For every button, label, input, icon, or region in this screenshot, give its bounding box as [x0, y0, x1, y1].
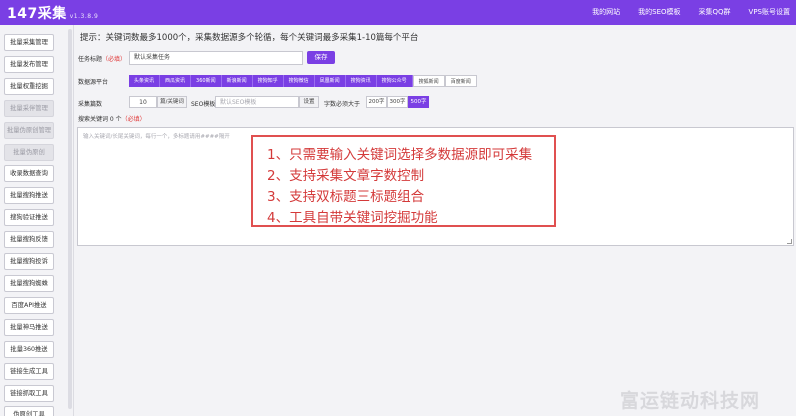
nav-my-sites[interactable]: 我的网站 [592, 7, 620, 17]
sidebar-item[interactable]: 批量发布管理 [4, 56, 54, 73]
task-name-required: （必填） [102, 56, 127, 63]
sidebar-item[interactable]: 批量360推送 [4, 341, 54, 358]
watermark: 富运链动科技网 [620, 390, 761, 412]
task-name-input[interactable]: 默认采集任务 [129, 51, 303, 65]
main-panel: 提示：关键词数最多1000个，采集数据源多个轮循，每个关键词最多采集1-10篇每… [77, 25, 796, 416]
app-title: 147采集 [7, 6, 67, 22]
sources-label: 数据源平台 [78, 79, 109, 86]
collect-count-input[interactable]: 10 [129, 96, 157, 108]
nav-vps-settings[interactable]: VPS账号设置 [749, 7, 790, 17]
source-platform-button[interactable]: 搜狗公众号 [376, 75, 413, 87]
task-name-label-text: 任务标题 [78, 56, 103, 63]
keywords-label: 搜索关键词 0 个（必填） [78, 114, 146, 123]
source-platform-button[interactable]: 360新闻 [191, 75, 222, 87]
source-platform-button[interactable]: 西瓜资讯 [160, 75, 192, 87]
word-count-300[interactable]: 300字 [387, 96, 408, 108]
seo-template-label: SEO模板 [191, 101, 216, 108]
sidebar-item[interactable]: 批量搜狗投诉 [4, 253, 54, 270]
nav-qq-group[interactable]: 采集QQ群 [699, 7, 731, 17]
sidebar-item[interactable]: 伪原创工具 [4, 406, 54, 416]
feature-line-1: 1、只需要输入关键词选择多数据源即可采集 [267, 147, 533, 163]
word-count-500[interactable]: 500字 [408, 96, 429, 108]
source-platform-button[interactable]: 搜狗知乎 [252, 75, 284, 87]
keywords-label-text: 搜索关键词 0 个 [78, 116, 122, 123]
save-button[interactable]: 保存 [307, 51, 335, 64]
sidebar-item[interactable]: 批量伪原创 [4, 144, 54, 161]
keywords-required: （必填） [121, 116, 146, 123]
sidebar: 批量采集管理 批量发布管理 批量权重挖掘 批量采伴管理 批量伪原创管理 批量伪原创收录数据… [0, 25, 74, 416]
source-platform-button[interactable]: 头条资讯 [129, 75, 161, 87]
sidebar-item[interactable]: 批量神马推送 [4, 319, 54, 336]
source-platform-button[interactable]: 百度新闻 [444, 75, 477, 87]
app-version: v1.3.8.9 [69, 13, 99, 20]
nav-seo-templates[interactable]: 我的SEO模板 [638, 7, 680, 17]
feature-callout: 1、只需要输入关键词选择多数据源即可采集 2、支持采集文章字数控制 3、支持双标… [251, 135, 556, 227]
app-brand: 147采集 v1.3.8.9 [7, 3, 98, 23]
word-count-200[interactable]: 200字 [366, 96, 387, 108]
tip-text: 提示：关键词数最多1000个，采集数据源多个轮循，每个关键词最多采集1-10篇每… [80, 33, 419, 43]
sidebar-item[interactable]: 百度API推送 [4, 297, 54, 314]
collect-count-unit: 篇/关键词 [157, 96, 187, 108]
sidebar-item[interactable]: 链接抓取工具 [4, 385, 54, 402]
sidebar-item[interactable]: 批量采伴管理 [4, 100, 54, 117]
source-platform-button[interactable]: 凤凰新闻 [314, 75, 346, 87]
sidebar-item[interactable]: 批量采集管理 [4, 34, 54, 51]
source-platform-button[interactable]: 搜狗微信 [283, 75, 315, 87]
sidebar-item[interactable]: 批量搜狗推送 [4, 187, 54, 204]
sidebar-item[interactable]: 批量搜狗反馈 [4, 231, 54, 248]
sidebar-item[interactable]: 搜狗验证推送 [4, 209, 54, 226]
word-count-label: 字数必须大于 [324, 101, 361, 108]
keywords-placeholder: 输入关键词/长尾关键词，每行一个，多标题请用####隔开 [83, 134, 230, 140]
task-name-label: 任务标题（必填） [78, 54, 126, 63]
feature-line-3: 3、支持双标题三标题组合 [267, 189, 425, 205]
resize-handle[interactable] [787, 239, 792, 244]
collect-count-label: 采集篇数 [78, 101, 103, 108]
sidebar-item[interactable]: 批量伪原创管理 [4, 122, 54, 139]
sidebar-item[interactable]: 链接生成工具 [4, 363, 54, 380]
source-platform-button[interactable]: 搜狗资讯 [345, 75, 377, 87]
source-platform-button[interactable]: 新浪新闻 [221, 75, 253, 87]
feature-line-4: 4、工具自带关键词挖掘功能 [267, 210, 438, 226]
seo-template-input[interactable]: 默认SEO模板 [215, 96, 299, 108]
top-bar: 147采集 v1.3.8.9 我的网站 我的SEO模板 采集QQ群 VPS账号设置 [0, 0, 796, 25]
sidebar-item[interactable]: 批量权重挖掘 [4, 78, 54, 95]
sidebar-item[interactable]: 收录数据查询 [4, 165, 54, 182]
source-platform-button[interactable]: 搜狐新闻 [412, 75, 445, 87]
sidebar-scrollbar[interactable] [68, 29, 72, 409]
source-platforms: 头条资讯 西瓜资讯 360新闻 新浪新闻 搜狗知乎 搜狗微信 凤凰新闻 搜狗资讯 搜狗公众号 搜狐… [129, 75, 477, 87]
sidebar-item[interactable]: 批量搜狗蜘蛛 [4, 275, 54, 292]
top-nav: 我的网站 我的SEO模板 采集QQ群 VPS账号设置 [592, 7, 790, 17]
feature-line-2: 2、支持采集文章字数控制 [267, 168, 425, 184]
seo-template-set-button[interactable]: 设置 [299, 96, 319, 108]
